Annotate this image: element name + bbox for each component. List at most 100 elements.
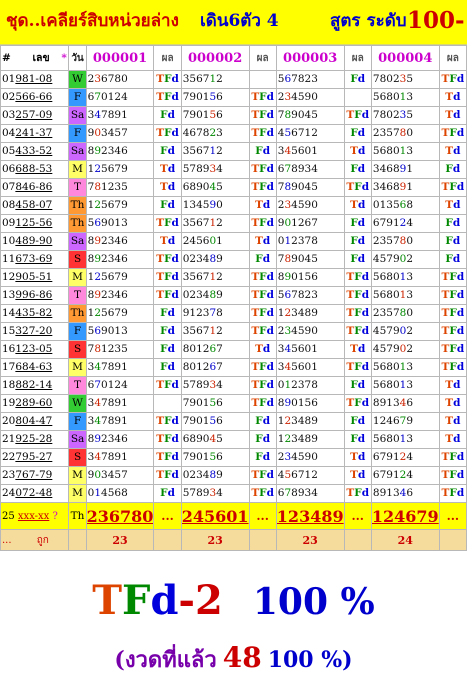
footer-gap-4 bbox=[438, 529, 467, 551]
row-number-link[interactable]: 905-51 bbox=[15, 271, 52, 283]
row-number-link[interactable]: 289-60 bbox=[15, 397, 52, 409]
row-number: 17 bbox=[2, 361, 16, 373]
row-number-link[interactable]: 433-52 bbox=[15, 145, 52, 157]
row-number-link[interactable]: 688-53 bbox=[15, 163, 52, 175]
prediction-number: 25 bbox=[2, 510, 15, 522]
row-number: 16 bbox=[2, 343, 16, 355]
row-value-1: 903457 bbox=[85, 466, 155, 485]
row-number-link[interactable]: 123-05 bbox=[15, 343, 52, 355]
row-value-3: 789045 bbox=[275, 250, 345, 269]
row-value-1: 781235 bbox=[85, 178, 155, 197]
row-number: 08 bbox=[2, 199, 16, 211]
row-number-link[interactable]: 435-82 bbox=[15, 307, 52, 319]
prediction-day: Th bbox=[68, 502, 87, 530]
row-number-link[interactable]: 925-28 bbox=[15, 433, 52, 445]
prediction-dots-4: ... bbox=[438, 502, 467, 530]
row-value-2: 578934 bbox=[180, 484, 250, 503]
row-result-3: TFd bbox=[343, 322, 372, 341]
row-value-3: 567823 bbox=[275, 286, 345, 305]
table-row: 03257-09 Sa 347891 Fd 790156 TFd 789045 TFd 7802… bbox=[0, 106, 467, 125]
row-result-2: TFd bbox=[248, 304, 277, 323]
row-value-4: 346891 bbox=[370, 160, 440, 179]
row-number-link[interactable]: 673-69 bbox=[15, 253, 52, 265]
row-value-2: 023489 bbox=[180, 466, 250, 485]
row-result-4: Fd bbox=[438, 214, 467, 233]
row-value-4: 013568 bbox=[370, 196, 440, 215]
prediction-link[interactable]: xxx-xx bbox=[18, 511, 49, 522]
row-number: 02 bbox=[2, 91, 16, 103]
row-number-link[interactable]: 804-47 bbox=[15, 415, 52, 427]
row-day: T bbox=[68, 178, 87, 197]
row-value-3: 234590 bbox=[275, 88, 345, 107]
row-index-cell: 21925-28 bbox=[0, 430, 70, 449]
row-number-link[interactable]: 125-56 bbox=[15, 217, 52, 229]
row-number-link[interactable]: 072-48 bbox=[15, 487, 52, 499]
row-result-4: Td bbox=[438, 394, 467, 413]
row-number-link[interactable]: 882-14 bbox=[15, 379, 52, 391]
row-result-3: Fd bbox=[343, 70, 372, 89]
row-result-1: TFd bbox=[153, 250, 182, 269]
row-value-1: 125679 bbox=[85, 268, 155, 287]
row-result-4: Td bbox=[438, 142, 467, 161]
row-result-4: Td bbox=[438, 196, 467, 215]
row-result-1 bbox=[153, 394, 182, 413]
row-value-1: 670124 bbox=[85, 376, 155, 395]
table-row: 08458-07 Th 125679 Fd 134590 Td 234590 Td 013568… bbox=[0, 196, 467, 215]
row-result-3: TFd bbox=[343, 394, 372, 413]
row-number-link[interactable]: 489-90 bbox=[15, 235, 52, 247]
row-number-link[interactable]: 795-27 bbox=[15, 451, 52, 463]
row-number: 03 bbox=[2, 109, 16, 121]
prediction-value-1: 236780 bbox=[85, 502, 155, 530]
footer-gap-3 bbox=[343, 529, 372, 551]
row-day: F bbox=[68, 88, 87, 107]
row-value-2: 467823 bbox=[180, 124, 250, 143]
row-number-link[interactable]: 566-66 bbox=[15, 91, 52, 103]
row-result-3: TFd bbox=[343, 268, 372, 287]
row-result-4: Fd bbox=[438, 250, 467, 269]
row-value-3: 123489 bbox=[275, 430, 345, 449]
row-result-3: TFd bbox=[343, 286, 372, 305]
row-index-cell: 07846-86 bbox=[0, 178, 70, 197]
row-day: F bbox=[68, 412, 87, 431]
row-number-link[interactable]: 241-37 bbox=[15, 127, 52, 139]
row-result-2: Fd bbox=[248, 430, 277, 449]
row-value-1: 236780 bbox=[85, 70, 155, 89]
table-row: 21925-28 Sa 892346 TFd 689045 Fd 123489 Fd 56801… bbox=[0, 430, 467, 449]
row-number-link[interactable]: 257-09 bbox=[15, 109, 52, 121]
row-index-cell: 05433-52 bbox=[0, 142, 70, 161]
row-value-3: 901267 bbox=[275, 214, 345, 233]
row-value-1: 125679 bbox=[85, 304, 155, 323]
row-day: W bbox=[68, 394, 87, 413]
row-number-link[interactable]: 767-79 bbox=[15, 469, 52, 481]
row-number: 15 bbox=[2, 325, 16, 337]
row-number-link[interactable]: 458-07 bbox=[15, 199, 52, 211]
footer-cell: ... ถูก bbox=[0, 529, 70, 551]
row-result-1: Fd bbox=[153, 322, 182, 341]
table-row: 24072-48 M 014568 Fd 578934 TFd 678934 TFd 89134… bbox=[0, 484, 467, 503]
row-value-3: 678934 bbox=[275, 160, 345, 179]
row-result-1: Fd bbox=[153, 196, 182, 215]
row-index-cell: 15327-20 bbox=[0, 322, 70, 341]
header-formula-3: 000003 bbox=[275, 45, 345, 71]
row-number-link[interactable]: 996-86 bbox=[15, 289, 52, 301]
table-row: 01981-08 W 236780 TFd 356712 567823 Fd 780235 TF… bbox=[0, 70, 467, 89]
row-result-3: Fd bbox=[343, 232, 372, 251]
row-value-4: 568013 bbox=[370, 286, 440, 305]
row-value-3: 678934 bbox=[275, 484, 345, 503]
row-value-3: 456712 bbox=[275, 124, 345, 143]
table-row: 06688-53 M 125679 Td 578934 TFd 678934 Fd 346891… bbox=[0, 160, 467, 179]
row-value-1: 892346 bbox=[85, 250, 155, 269]
row-result-2: TFd bbox=[248, 88, 277, 107]
row-number-link[interactable]: 327-20 bbox=[15, 325, 52, 337]
row-index-cell: 04241-37 bbox=[0, 124, 70, 143]
row-number-link[interactable]: 684-63 bbox=[15, 361, 52, 373]
table-row: 11673-69 S 892346 TFd 023489 Fd 789045 Fd 457902… bbox=[0, 250, 467, 269]
row-number-link[interactable]: 981-08 bbox=[15, 73, 52, 85]
row-day: F bbox=[68, 322, 87, 341]
prediction-value-4: 124679 bbox=[370, 502, 440, 530]
row-number-link[interactable]: 846-86 bbox=[15, 181, 52, 193]
row-value-3: 234590 bbox=[275, 196, 345, 215]
row-day: Th bbox=[68, 214, 87, 233]
row-result-1: TFd bbox=[153, 214, 182, 233]
row-value-2: 790156 bbox=[180, 448, 250, 467]
